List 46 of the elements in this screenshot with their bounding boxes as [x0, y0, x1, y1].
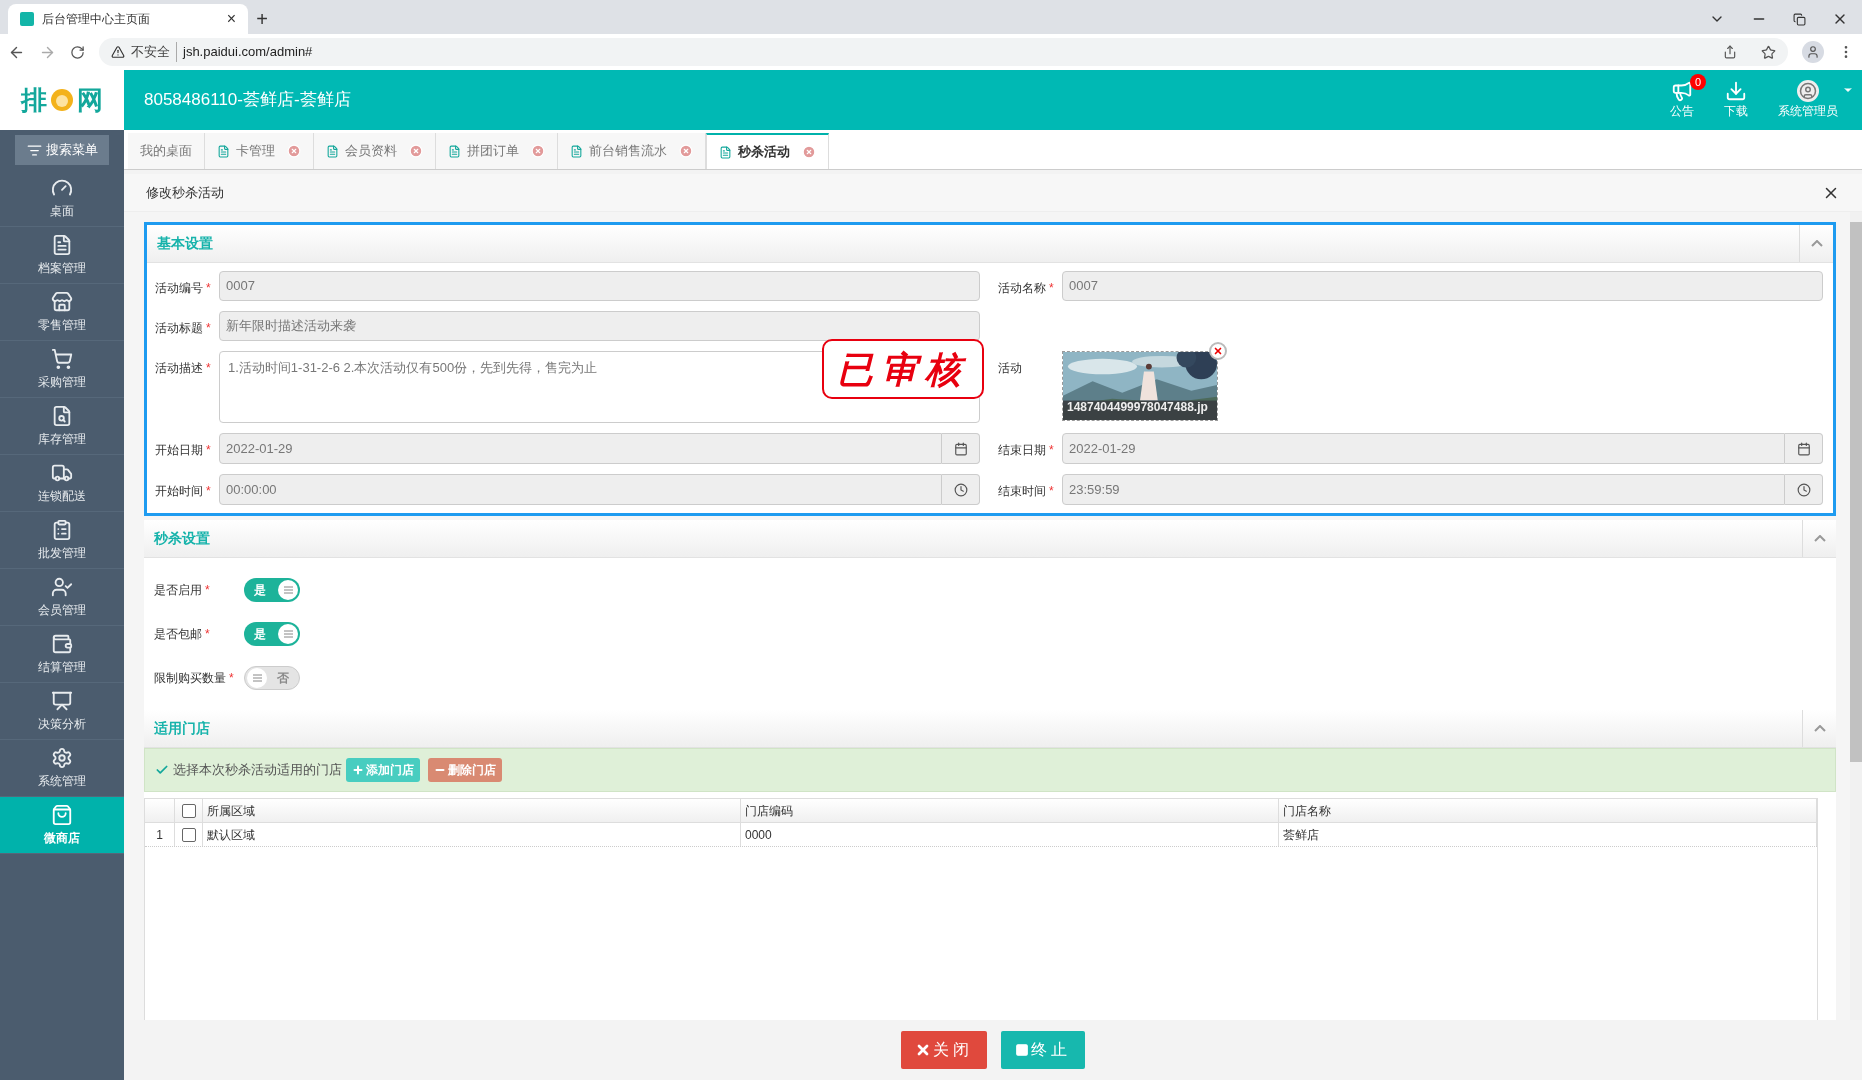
- row-number: 1: [156, 826, 163, 844]
- file-name: 1487404499978047488.jp: [1067, 399, 1208, 416]
- section-title: 适用门店: [153, 719, 210, 738]
- tab-title: 后台管理中心主页面: [42, 11, 151, 28]
- field-label: 开始时间: [155, 483, 203, 500]
- field-label: 是否启用: [154, 582, 202, 599]
- url-text: jsh.paidui.com/admin#: [183, 43, 314, 62]
- required-mark: *: [206, 360, 211, 377]
- required-mark: *: [205, 626, 210, 643]
- required-mark: *: [206, 280, 211, 297]
- field-label: 结束时间: [998, 483, 1046, 500]
- store-title: 8058486110-荟鲜店-荟鲜店: [143, 89, 352, 112]
- required-mark: *: [205, 582, 210, 599]
- field-label: 活动标题: [155, 320, 203, 337]
- approval-stamp-overlay: 已审核: [822, 339, 984, 399]
- required-mark: *: [1049, 280, 1054, 297]
- required-mark: *: [206, 483, 211, 500]
- field-label: 开始日期: [155, 442, 203, 459]
- column-header: 所属区域: [207, 802, 255, 820]
- required-mark: *: [229, 670, 234, 687]
- section-title: 基本设置: [156, 234, 213, 253]
- dialog-title: 修改秒杀活动: [146, 183, 224, 202]
- field-label: 是否包邮: [154, 626, 202, 643]
- required-mark: *: [1049, 442, 1054, 459]
- logo: 排 网: [0, 70, 124, 130]
- security-label: 不安全: [131, 42, 177, 62]
- required-mark: *: [206, 320, 211, 337]
- toggle-label: 否: [276, 670, 290, 687]
- column-header: 门店编码: [745, 802, 793, 820]
- toggle-label: 是: [253, 582, 267, 599]
- hint-text: 选择本次秒杀活动适用的门店: [173, 761, 342, 780]
- field-label: 活动: [998, 360, 1022, 377]
- required-mark: *: [206, 442, 211, 459]
- table-cell-text: 0000: [745, 826, 772, 844]
- table-cell-text: 荟鲜店: [1283, 826, 1319, 844]
- section-title: 秒杀设置: [153, 529, 210, 548]
- field-label: 活动名称: [998, 280, 1046, 297]
- field-label: 限制购买数量: [154, 670, 226, 687]
- notification-badge: 0: [1690, 74, 1706, 90]
- toggle-label: 是: [253, 626, 267, 643]
- table-cell-text: 默认区域: [207, 826, 255, 844]
- field-label: 活动描述: [155, 360, 203, 377]
- field-label: 活动编号: [155, 280, 203, 297]
- field-label: 结束日期: [998, 442, 1046, 459]
- required-mark: *: [1049, 483, 1054, 500]
- column-header: 门店名称: [1283, 802, 1331, 820]
